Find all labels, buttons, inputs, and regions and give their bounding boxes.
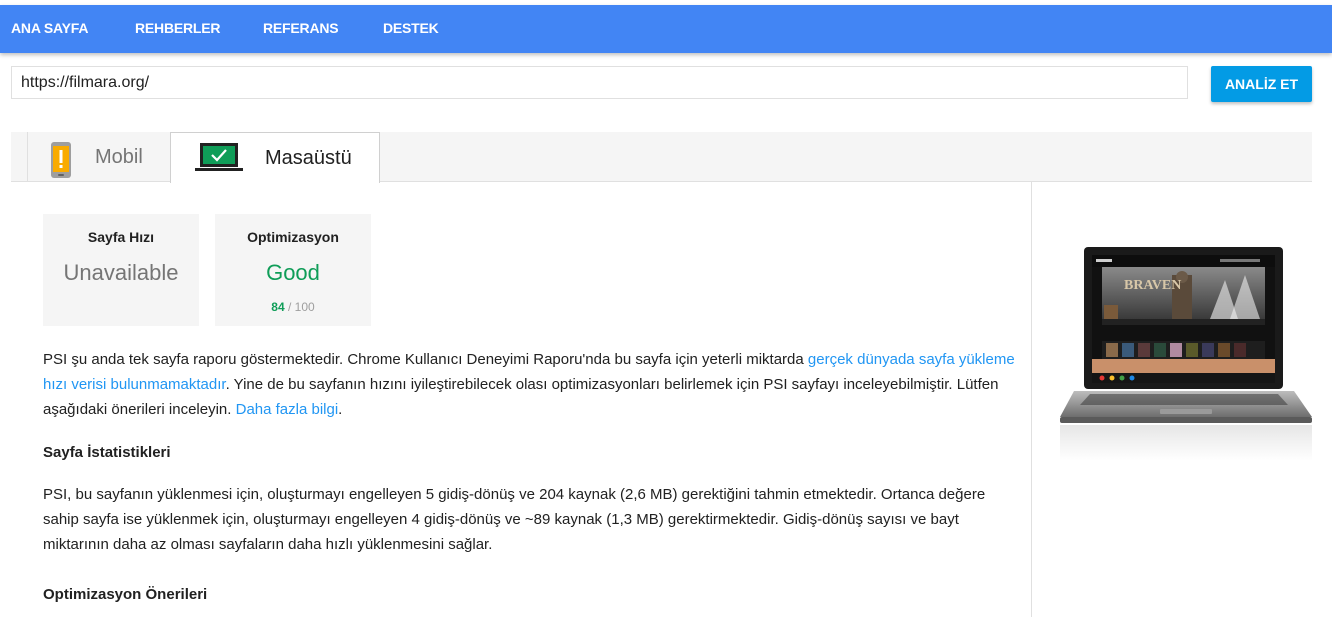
- page-speed-card: Sayfa Hızı Unavailable: [43, 214, 199, 326]
- laptop-preview-image: BRAVEN: [1060, 247, 1312, 461]
- tab-mobile-label: Mobil: [95, 146, 143, 168]
- content-divider: [1031, 182, 1032, 617]
- optimization-score: 84 / 100: [215, 300, 371, 314]
- page-stats-paragraph: PSI, bu sayfanın yüklenmesi için, oluştu…: [43, 486, 986, 553]
- optimization-score-number: 84: [271, 300, 285, 314]
- page-stats-heading: Sayfa İstatistikleri: [43, 444, 171, 461]
- laptop-check-icon: [195, 143, 243, 178]
- intro-text: PSI şu anda tek sayfa raporu göstermekte…: [43, 351, 808, 368]
- intro-text-end: .: [338, 401, 343, 418]
- tab-desktop[interactable]: Masaüstü: [170, 132, 380, 183]
- phone-warning-icon: [50, 142, 72, 183]
- desktop-preview: BRAVEN: [1060, 245, 1314, 465]
- tab-mobile[interactable]: Mobil: [27, 132, 171, 181]
- intro-paragraph: PSI şu anda tek sayfa raporu göstermekte…: [43, 347, 1018, 422]
- nav-link-guides[interactable]: REHBERLER: [135, 5, 221, 53]
- optimization-card: Optimizasyon Good 84 / 100: [215, 214, 371, 326]
- page-speed-value: Unavailable: [63, 260, 179, 285]
- page-speed-title: Sayfa Hızı: [87, 229, 155, 245]
- optimization-suggestions-heading: Optimizasyon Önerileri: [43, 586, 208, 603]
- learn-more-link[interactable]: Daha fazla bilgi: [236, 401, 339, 418]
- nav-link-reference[interactable]: REFERANS: [263, 5, 339, 53]
- device-tab-bar: Mobil Masaüstü: [11, 132, 1312, 183]
- url-input[interactable]: [11, 66, 1188, 99]
- analyze-button[interactable]: ANALİZ ET: [1211, 66, 1312, 102]
- tab-desktop-label: Masaüstü: [265, 147, 352, 169]
- preview-movie-title: BRAVEN: [1124, 278, 1181, 293]
- top-nav-bar: ANA SAYFA REHBERLER REFERANS DESTEK: [0, 5, 1332, 53]
- optimization-score-max: / 100: [284, 300, 315, 314]
- optimization-value: Good: [266, 260, 320, 285]
- optimization-title: Optimizasyon: [247, 229, 339, 245]
- nav-link-home[interactable]: ANA SAYFA: [11, 5, 88, 53]
- nav-link-support[interactable]: DESTEK: [383, 5, 439, 53]
